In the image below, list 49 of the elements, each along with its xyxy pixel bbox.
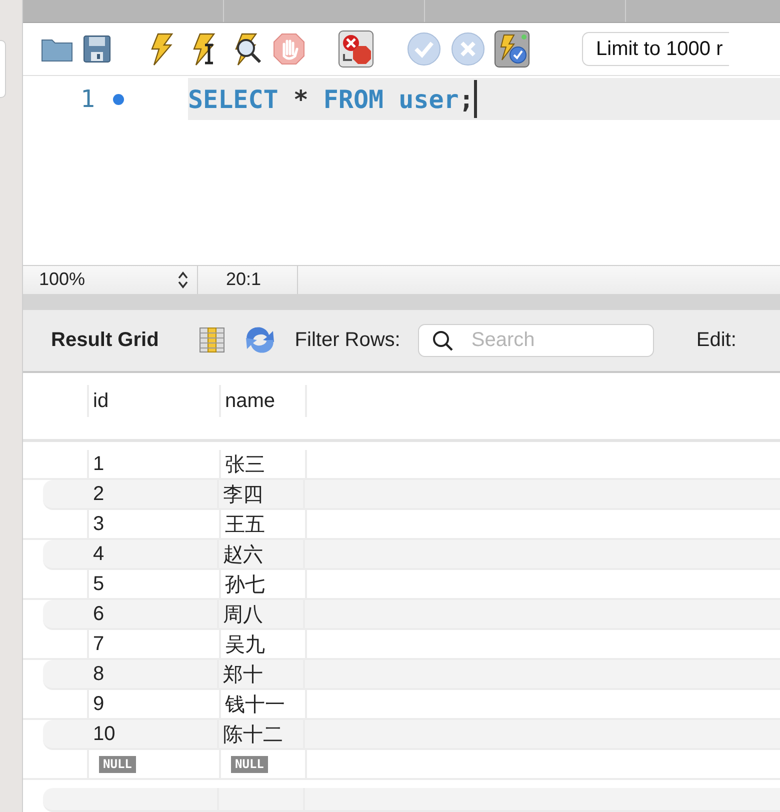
table-cell: 孙七 bbox=[221, 570, 307, 598]
line-number: 1 bbox=[80, 85, 95, 114]
table-cell: 1 bbox=[89, 450, 221, 478]
table-cell: 2 bbox=[87, 480, 219, 508]
table-cell: 3 bbox=[89, 510, 221, 538]
sql-keyword: SELECT bbox=[188, 84, 278, 114]
table-cell: 张三 bbox=[221, 450, 307, 478]
check-icon[interactable] bbox=[406, 31, 442, 68]
table-cell: 4 bbox=[87, 540, 219, 568]
result-grid-label: Result Grid bbox=[51, 328, 159, 352]
table-row[interactable]: 8 郑十 bbox=[43, 660, 780, 690]
table-cell: 6 bbox=[87, 600, 219, 628]
table-cell: 周八 bbox=[219, 600, 305, 628]
stop-hand-icon[interactable] bbox=[272, 32, 306, 66]
table-row[interactable]: 6 周八 bbox=[43, 600, 780, 630]
filter-rows-label: Filter Rows: bbox=[294, 328, 400, 352]
column-header[interactable]: id bbox=[89, 385, 221, 418]
table-cell: 钱十一 bbox=[221, 690, 307, 718]
table-row[interactable]: 2 李四 bbox=[43, 480, 780, 510]
table-cell: 7 bbox=[89, 630, 221, 658]
columns-icon[interactable] bbox=[198, 327, 225, 354]
sql-keyword: FROM bbox=[323, 84, 384, 114]
sql-keyword: user bbox=[398, 84, 459, 114]
table-cell: 吴九 bbox=[221, 630, 307, 658]
null-badge: NULL bbox=[231, 756, 268, 773]
limit-dropdown[interactable]: Limit to 1000 r bbox=[582, 32, 729, 66]
lightning-check-icon[interactable] bbox=[494, 30, 530, 68]
table-cell: 10 bbox=[87, 720, 219, 748]
edit-label: Edit: bbox=[696, 328, 736, 352]
table-row[interactable]: 10 陈十二 bbox=[43, 720, 780, 750]
search-field[interactable]: Search bbox=[418, 324, 654, 357]
table-cell: 王五 bbox=[221, 510, 307, 538]
table-cell: 赵六 bbox=[219, 540, 305, 568]
table-cell: 李四 bbox=[219, 480, 305, 508]
save-icon[interactable] bbox=[82, 34, 112, 64]
null-badge: NULL bbox=[99, 756, 136, 773]
table-cell: 郑十 bbox=[219, 660, 305, 688]
sql-punctuation: ; bbox=[458, 84, 474, 114]
column-header[interactable]: name bbox=[221, 385, 307, 418]
search-icon bbox=[432, 330, 454, 352]
table-cell: 陈十二 bbox=[219, 720, 305, 748]
table-cell: 5 bbox=[89, 570, 221, 598]
chevron-updown-icon bbox=[177, 270, 189, 289]
table-row[interactable]: 4 赵六 bbox=[43, 540, 780, 570]
table-cell: 9 bbox=[89, 690, 221, 718]
stop-on-error-icon[interactable] bbox=[338, 30, 374, 68]
sql-operator: * bbox=[293, 84, 308, 114]
text-cursor bbox=[474, 80, 477, 118]
table-cell: 8 bbox=[87, 660, 219, 688]
